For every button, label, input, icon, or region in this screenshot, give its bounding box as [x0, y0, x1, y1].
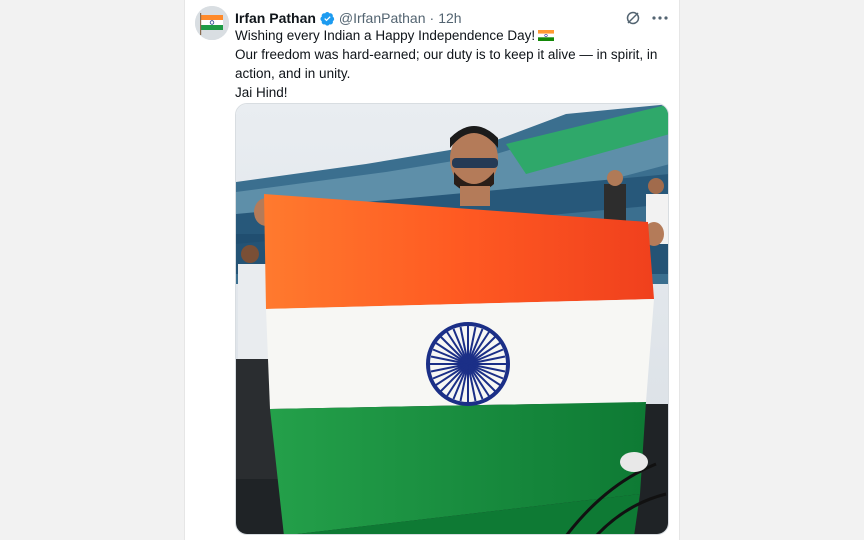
photo-image — [236, 104, 668, 534]
more-icon[interactable] — [651, 10, 669, 26]
author-name[interactable]: Irfan Pathan — [235, 10, 316, 26]
separator-dot: · — [429, 10, 435, 26]
tweet-line: Wishing every Indian a Happy Independenc… — [235, 26, 665, 45]
india-flag-emoji-icon — [538, 30, 555, 41]
header-actions — [625, 8, 669, 28]
avatar-flag-icon — [195, 6, 229, 40]
tweet-card[interactable]: Irfan Pathan @IrfanPathan · 12h Wishing … — [184, 0, 680, 540]
tweet-header: Irfan Pathan @IrfanPathan · 12h — [235, 8, 669, 28]
ashoka-chakra — [426, 322, 510, 406]
left-gutter — [0, 0, 184, 540]
avatar[interactable] — [195, 6, 229, 40]
tweet-time[interactable]: 12h — [438, 10, 461, 26]
author-handle[interactable]: @IrfanPathan — [339, 10, 426, 26]
grok-icon[interactable] — [625, 10, 641, 26]
tweet-line-3: Jai Hind! — [235, 85, 288, 100]
tweet-line-2: Our freedom was hard-earned; our duty is… — [235, 47, 658, 81]
right-gutter — [680, 0, 864, 540]
tweet-line-1: Wishing every Indian a Happy Independenc… — [235, 28, 536, 43]
tweet-text: Wishing every Indian a Happy Independenc… — [235, 26, 665, 102]
tweet-photo[interactable] — [235, 103, 669, 535]
verified-badge-icon — [320, 11, 335, 26]
